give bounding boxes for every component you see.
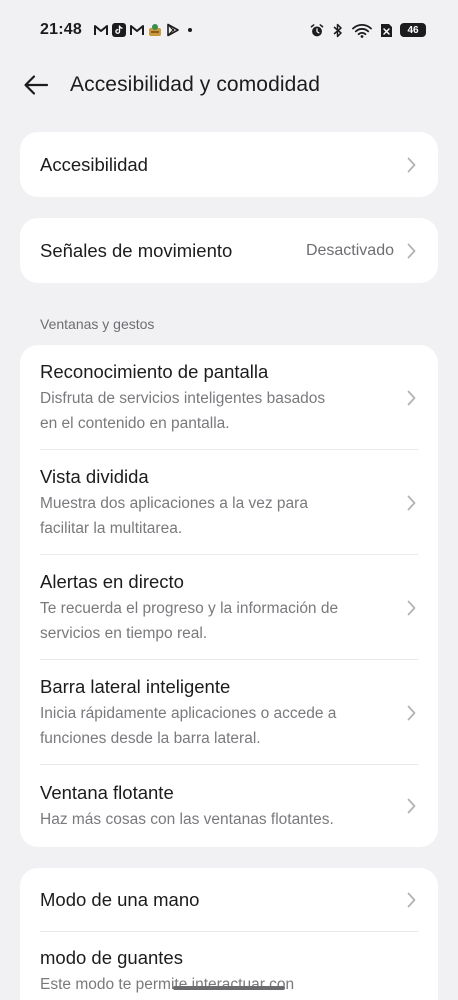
gmail-icon <box>93 23 108 37</box>
item-description: Inicia rápidamente aplicaciones o accede… <box>40 704 337 722</box>
list-item[interactable]: Alertas en directo Te recuerda el progre… <box>20 555 438 660</box>
item-description: en el contenido en pantalla. <box>40 414 230 432</box>
battery-icon: 46 <box>400 23 426 37</box>
back-button[interactable] <box>16 65 56 105</box>
alarm-icon <box>310 23 324 37</box>
senales-row[interactable]: Señales de movimiento Desactivado <box>20 218 438 283</box>
chevron-right-icon <box>404 892 418 908</box>
item-title: Barra lateral inteligente <box>40 675 231 697</box>
settings-screen: 21:48 46 Accesibilidad y comodidad Acces… <box>0 0 458 1000</box>
senales-status: Desactivado <box>305 241 394 259</box>
item-title: Alertas en directo <box>40 570 184 592</box>
chevron-right-icon <box>404 705 418 720</box>
item-description: Te recuerda el progreso y la información… <box>40 599 339 617</box>
item-description: Disfruta de servicios inteligentes basad… <box>40 389 326 407</box>
row-text: Modo de una mano <box>40 888 404 912</box>
play-store-icon <box>166 23 180 37</box>
list-item[interactable]: Vista dividida Muestra dos aplicaciones … <box>20 450 438 555</box>
list-item[interactable]: Modo de una mano <box>20 868 438 932</box>
chevron-right-icon <box>404 390 418 405</box>
status-left: 21:48 <box>40 21 192 39</box>
accesibilidad-row[interactable]: Accesibilidad <box>20 132 438 197</box>
status-bar: 21:48 46 <box>0 0 458 60</box>
row-text: Barra lateral inteligente Inicia rápidam… <box>40 675 404 751</box>
chevron-right-icon <box>404 600 418 615</box>
notification-icons <box>93 23 192 37</box>
chevron-right-icon <box>404 798 418 814</box>
app-icon <box>148 23 162 37</box>
accesibilidad-card: Accesibilidad <box>20 132 438 197</box>
item-description: servicios en tiempo real. <box>40 624 208 642</box>
gmail-icon <box>129 23 144 37</box>
app-header: Accesibilidad y comodidad <box>0 60 458 110</box>
chevron-right-icon <box>404 495 418 510</box>
section-label-ventanas: Ventanas y gestos <box>40 316 155 332</box>
chevron-right-icon <box>404 157 418 172</box>
list-item[interactable]: Barra lateral inteligente Inicia rápidam… <box>20 660 438 765</box>
back-arrow-icon <box>24 75 49 95</box>
item-title: Modo de una mano <box>40 889 200 910</box>
page-title: Accesibilidad y comodidad <box>70 73 320 96</box>
item-description: Muestra dos aplicaciones a la vez para <box>40 494 308 512</box>
item-description: Haz más cosas con las ventanas flotantes… <box>40 810 334 828</box>
item-title: Vista dividida <box>40 465 149 487</box>
row-text: Ventana flotante Haz más cosas con las v… <box>40 781 404 832</box>
ventanas-card: Reconocimiento de pantalla Disfruta de s… <box>20 345 438 847</box>
row-text: Alertas en directo Te recuerda el progre… <box>40 570 404 646</box>
no-sim-icon <box>379 23 393 37</box>
item-title: Ventana flotante <box>40 781 174 803</box>
row-text: Vista dividida Muestra dos aplicaciones … <box>40 465 404 541</box>
chevron-right-icon <box>404 243 418 258</box>
list-item[interactable]: Ventana flotante Haz más cosas con las v… <box>20 765 438 847</box>
mano-card: Modo de una mano modo de guantes Este mo… <box>20 868 438 1000</box>
item-title: Reconocimiento de pantalla <box>40 360 269 382</box>
row-text: Señales de movimiento <box>40 239 306 263</box>
row-text: Accesibilidad <box>40 153 404 177</box>
row-text: Reconocimiento de pantalla Disfruta de s… <box>40 360 404 436</box>
senales-title: Señales de movimiento <box>40 239 233 261</box>
list-item[interactable]: Reconocimiento de pantalla Disfruta de s… <box>20 345 438 450</box>
tiktok-icon <box>111 23 126 37</box>
item-description: facilitar la multitarea. <box>40 519 183 537</box>
item-description: funciones desde la barra lateral. <box>40 729 261 747</box>
more-notifications-dot <box>187 28 192 32</box>
wifi-icon <box>352 23 372 38</box>
item-title: modo de guantes <box>40 947 183 968</box>
item-description: Este modo te permite interactuar con <box>40 976 295 993</box>
bluetooth-icon <box>331 23 345 37</box>
accesibilidad-title: Accesibilidad <box>40 153 148 175</box>
senales-card: Señales de movimiento Desactivado <box>20 218 438 283</box>
home-indicator[interactable] <box>173 986 285 990</box>
status-right: 46 <box>310 23 426 38</box>
clock: 21:48 <box>40 21 82 38</box>
